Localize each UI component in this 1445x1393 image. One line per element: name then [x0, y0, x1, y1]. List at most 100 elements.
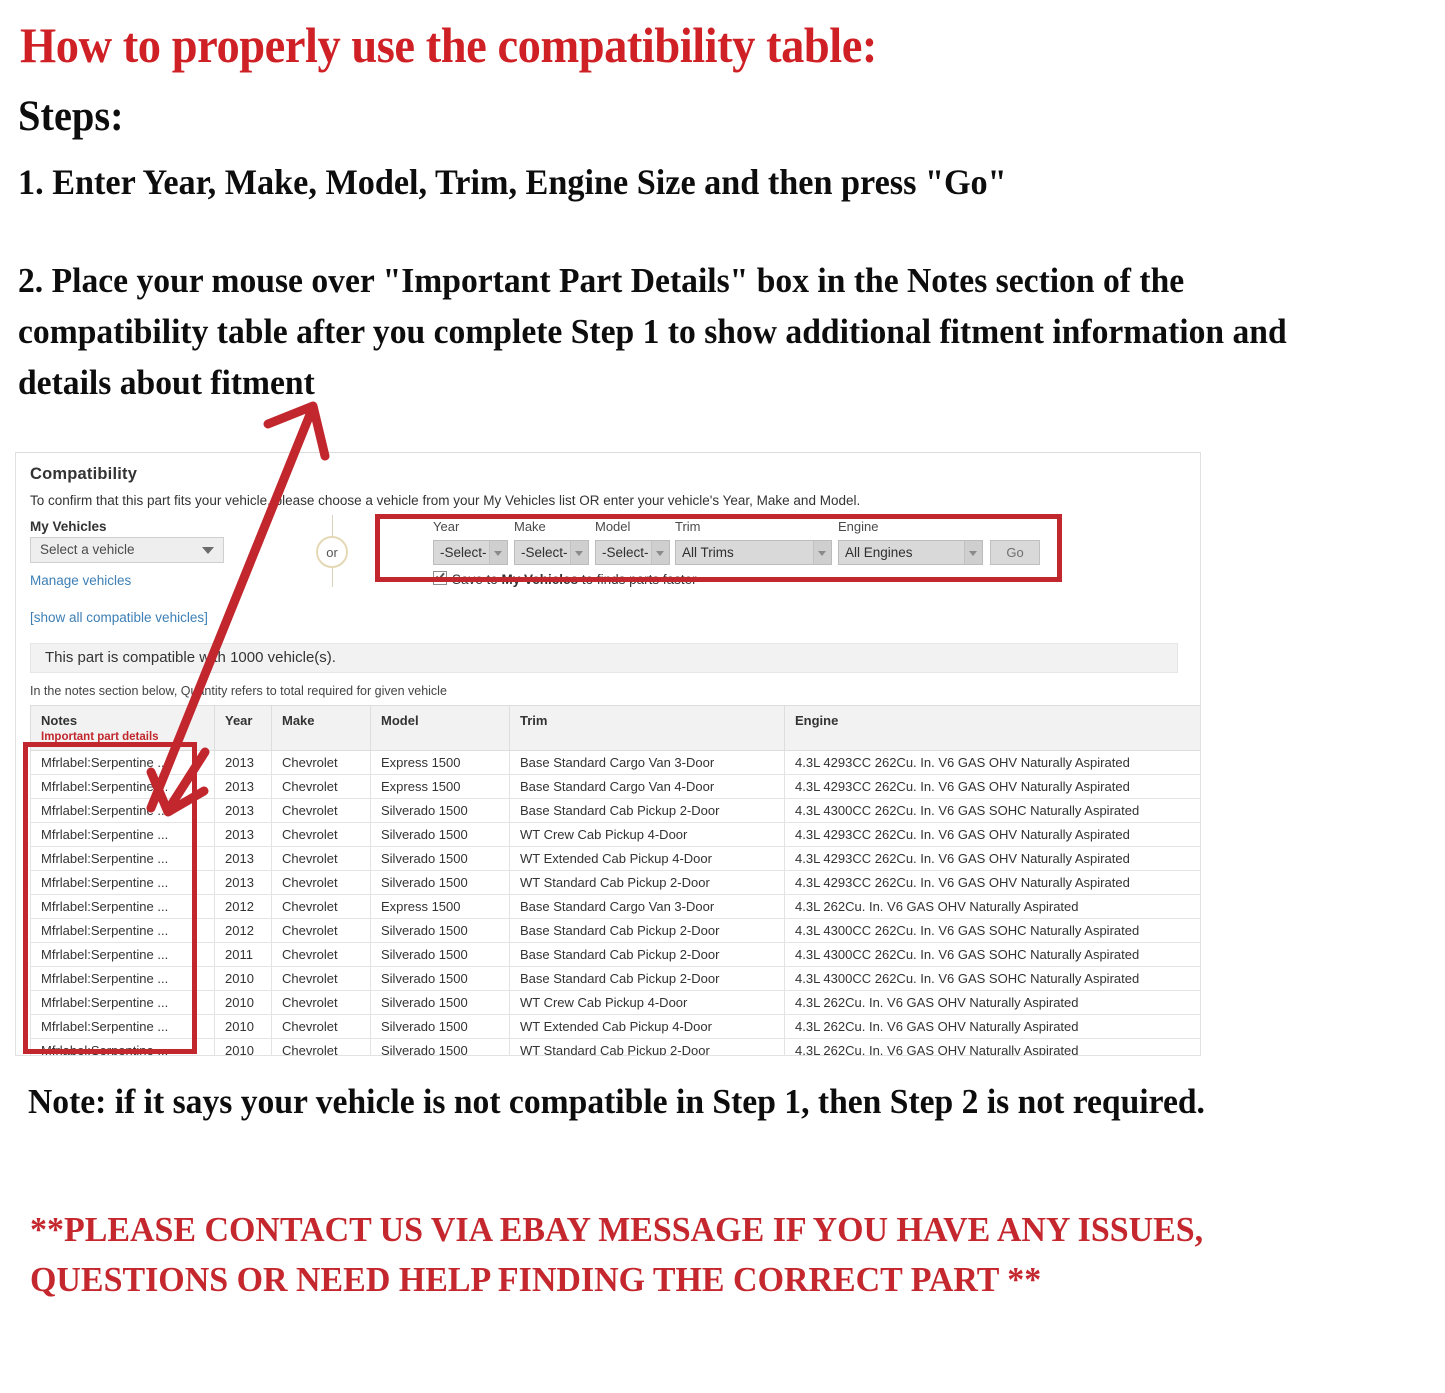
header-notes-label: Notes — [41, 713, 78, 728]
cell-year: 2010 — [214, 1038, 272, 1055]
table-header-row: Notes Important part details Year Make M… — [30, 705, 1200, 751]
cell-trim: Base Standard Cargo Van 4-Door — [509, 774, 785, 799]
cell-trim: Base Standard Cab Pickup 2-Door — [509, 918, 785, 943]
table-row: Mfrlabel:Serpentine ... 2010 Chevrolet Silv… — [30, 966, 1200, 991]
my-vehicles-label: My Vehicles — [30, 519, 107, 534]
cell-make: Chevrolet — [271, 966, 371, 991]
cell-engine: 4.3L 262Cu. In. V6 GAS OHV Naturally Asp… — [784, 1038, 1200, 1055]
cell-model: Silverado 1500 — [370, 870, 510, 895]
table-row: Mfrlabel:Serpentine ... 2011 Chevrolet Silv… — [30, 942, 1200, 967]
cell-make: Chevrolet — [271, 870, 371, 895]
table-row: Mfrlabel:Serpentine ... 2013 Chevrolet Silv… — [30, 846, 1200, 871]
header-make[interactable]: Make — [271, 705, 371, 751]
manage-vehicles-link[interactable]: Manage vehicles — [30, 573, 131, 588]
compatibility-table: Notes Important part details Year Make M… — [30, 705, 1200, 1055]
cell-make: Chevrolet — [271, 990, 371, 1015]
table-row: Mfrlabel:Serpentine ... 2013 Chevrolet Silv… — [30, 822, 1200, 847]
cell-trim: WT Extended Cab Pickup 4-Door — [509, 1014, 785, 1039]
cell-model: Silverado 1500 — [370, 1038, 510, 1055]
cell-model: Silverado 1500 — [370, 822, 510, 847]
cell-engine: 4.3L 4300CC 262Cu. In. V6 GAS SOHC Natur… — [784, 798, 1200, 823]
compatibility-heading: Compatibility — [30, 465, 138, 483]
cell-year: 2011 — [214, 942, 272, 967]
cell-trim: Base Standard Cargo Van 3-Door — [509, 894, 785, 919]
cell-model: Silverado 1500 — [370, 942, 510, 967]
table-row: Mfrlabel:Serpentine ... 2012 Chevrolet Silv… — [30, 918, 1200, 943]
cell-engine: 4.3L 4293CC 262Cu. In. V6 GAS OHV Natura… — [784, 750, 1200, 775]
cell-trim: Base Standard Cab Pickup 2-Door — [509, 942, 785, 967]
cell-make: Chevrolet — [271, 846, 371, 871]
table-row: Mfrlabel:Serpentine ... 2013 Chevrolet Silv… — [30, 798, 1200, 823]
arrow-up-right-head — [263, 401, 330, 461]
cell-year: 2013 — [214, 822, 272, 847]
table-row: Mfrlabel:Serpentine ... 2013 Chevrolet Expr… — [30, 750, 1200, 775]
vehicle-finder-highlight-box — [375, 514, 1062, 582]
cell-trim: WT Extended Cab Pickup 4-Door — [509, 846, 785, 871]
cell-make: Chevrolet — [271, 942, 371, 967]
cell-engine: 4.3L 4300CC 262Cu. In. V6 GAS SOHC Natur… — [784, 966, 1200, 991]
cell-make: Chevrolet — [271, 798, 371, 823]
notes-column-highlight-box — [23, 742, 197, 1054]
instruction-image: How to properly use the compatibility ta… — [0, 0, 1445, 1393]
header-model[interactable]: Model — [370, 705, 510, 751]
table-row: Mfrlabel:Serpentine ... 2012 Chevrolet Expr… — [30, 894, 1200, 919]
cell-trim: WT Standard Cab Pickup 2-Door — [509, 870, 785, 895]
cell-year: 2012 — [214, 894, 272, 919]
table-row: Mfrlabel:Serpentine ... 2013 Chevrolet Silv… — [30, 870, 1200, 895]
header-engine[interactable]: Engine — [784, 705, 1200, 751]
cell-year: 2012 — [214, 918, 272, 943]
compatible-count-banner: This part is compatible with 1000 vehicl… — [30, 643, 1178, 673]
cell-year: 2013 — [214, 750, 272, 775]
cell-trim: Base Standard Cargo Van 3-Door — [509, 750, 785, 775]
contact-text: **PLEASE CONTACT US VIA EBAY MESSAGE IF … — [30, 1210, 1204, 1299]
cell-engine: 4.3L 262Cu. In. V6 GAS OHV Naturally Asp… — [784, 990, 1200, 1015]
cell-year: 2013 — [214, 774, 272, 799]
step-1-text: 1. Enter Year, Make, Model, Trim, Engine… — [18, 162, 1007, 202]
cell-engine: 4.3L 262Cu. In. V6 GAS OHV Naturally Asp… — [784, 1014, 1200, 1039]
vehicle-select[interactable]: Select a vehicle — [30, 537, 224, 563]
cell-make: Chevrolet — [271, 750, 371, 775]
cell-model: Silverado 1500 — [370, 990, 510, 1015]
cell-year: 2013 — [214, 798, 272, 823]
cell-engine: 4.3L 4300CC 262Cu. In. V6 GAS SOHC Natur… — [784, 942, 1200, 967]
cell-model: Silverado 1500 — [370, 966, 510, 991]
cell-make: Chevrolet — [271, 1014, 371, 1039]
header-year[interactable]: Year — [214, 705, 272, 751]
cell-year: 2010 — [214, 966, 272, 991]
step-2-text: 2. Place your mouse over "Important Part… — [18, 261, 1287, 402]
cell-trim: WT Crew Cab Pickup 4-Door — [509, 990, 785, 1015]
cell-make: Chevrolet — [271, 894, 371, 919]
quantity-note: In the notes section below, Quantity ref… — [30, 684, 447, 698]
show-all-compatible-vehicles-link[interactable]: [show all compatible vehicles] — [30, 610, 208, 625]
cell-trim: Base Standard Cab Pickup 2-Door — [509, 798, 785, 823]
cell-year: 2013 — [214, 870, 272, 895]
header-trim[interactable]: Trim — [509, 705, 785, 751]
cell-year: 2010 — [214, 990, 272, 1015]
cell-model: Express 1500 — [370, 894, 510, 919]
cell-make: Chevrolet — [271, 822, 371, 847]
cell-engine: 4.3L 4293CC 262Cu. In. V6 GAS OHV Natura… — [784, 870, 1200, 895]
table-row: Mfrlabel:Serpentine ... 2010 Chevrolet Silv… — [30, 990, 1200, 1015]
or-divider: or — [316, 515, 350, 587]
cell-model: Silverado 1500 — [370, 846, 510, 871]
cell-engine: 4.3L 4293CC 262Cu. In. V6 GAS OHV Natura… — [784, 846, 1200, 871]
chevron-down-icon — [202, 547, 214, 554]
cell-model: Silverado 1500 — [370, 918, 510, 943]
cell-engine: 4.3L 4293CC 262Cu. In. V6 GAS OHV Natura… — [784, 822, 1200, 847]
cell-engine: 4.3L 262Cu. In. V6 GAS OHV Naturally Asp… — [784, 894, 1200, 919]
cell-model: Silverado 1500 — [370, 1014, 510, 1039]
cell-trim: Base Standard Cab Pickup 2-Door — [509, 966, 785, 991]
table-row: Mfrlabel:Serpentine ... 2013 Chevrolet Expr… — [30, 774, 1200, 799]
cell-model: Silverado 1500 — [370, 798, 510, 823]
cell-model: Express 1500 — [370, 750, 510, 775]
cell-year: 2010 — [214, 1014, 272, 1039]
cell-engine: 4.3L 4293CC 262Cu. In. V6 GAS OHV Natura… — [784, 774, 1200, 799]
cell-make: Chevrolet — [271, 918, 371, 943]
cell-make: Chevrolet — [271, 1038, 371, 1055]
table-row: Mfrlabel:Serpentine ... 2010 Chevrolet Silv… — [30, 1014, 1200, 1039]
cell-engine: 4.3L 4300CC 262Cu. In. V6 GAS SOHC Natur… — [784, 918, 1200, 943]
cell-make: Chevrolet — [271, 774, 371, 799]
page-title: How to properly use the compatibility ta… — [20, 17, 877, 73]
cell-trim: WT Standard Cab Pickup 2-Door — [509, 1038, 785, 1055]
vehicle-select-value: Select a vehicle — [40, 542, 135, 557]
